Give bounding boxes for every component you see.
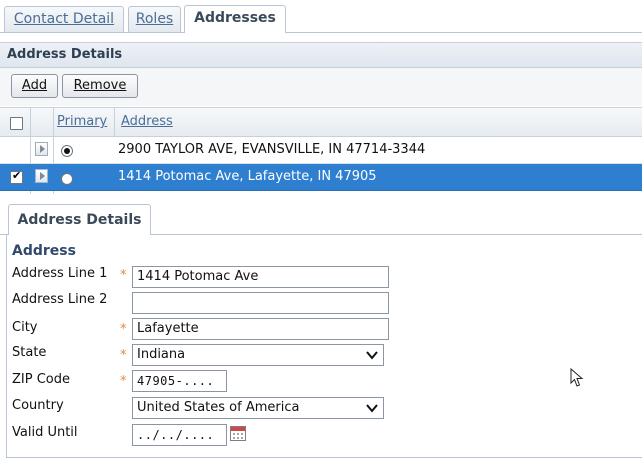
required-marker: *	[120, 268, 127, 283]
primary-radio[interactable]	[61, 173, 73, 185]
valid-until-label: Valid Until	[12, 425, 78, 440]
panel-title: Address Details	[0, 42, 642, 68]
chevron-down-icon	[366, 351, 378, 360]
country-select-value: United States of America	[137, 400, 300, 415]
zip-input[interactable]: 47905-....	[132, 370, 227, 392]
row-checkbox[interactable]	[10, 169, 23, 184]
chevron-down-icon	[366, 404, 378, 413]
grid-header: Primary Address	[0, 107, 642, 137]
address-line2-label: Address Line 2	[12, 292, 108, 307]
state-label: State	[12, 345, 47, 360]
top-tab-bar: Contact Detail Roles Addresses	[0, 0, 642, 33]
grid-toolbar: Add Remove	[0, 68, 642, 106]
tab-address-details[interactable]: Address Details	[8, 204, 151, 235]
zip-label: ZIP Code	[12, 372, 70, 387]
address-line1-label: Address Line 1	[12, 266, 108, 281]
table-row[interactable]: 2900 TAYLOR AVE, EVANSVILLE, IN 47714-33…	[0, 137, 642, 164]
state-select[interactable]: Indiana	[132, 344, 384, 366]
section-title: Address	[12, 243, 76, 259]
city-input[interactable]: Lafayette	[132, 318, 389, 340]
valid-until-input[interactable]: ../../....	[132, 424, 227, 446]
tab-addresses[interactable]: Addresses	[184, 5, 286, 33]
tab-contact-detail[interactable]: Contact Detail	[4, 6, 124, 32]
select-all-checkbox[interactable]	[10, 117, 23, 130]
column-header-address[interactable]: Address	[121, 114, 173, 129]
required-marker: *	[120, 374, 127, 389]
row-expand-icon[interactable]	[35, 169, 48, 183]
remove-button-label: Remove	[73, 78, 127, 93]
primary-radio[interactable]	[61, 145, 73, 157]
tab-roles[interactable]: Roles	[128, 6, 181, 32]
address-cell: 1414 Potomac Ave, Lafayette, IN 47905	[118, 169, 377, 184]
detail-tab-bar: Address Details	[0, 204, 642, 235]
remove-button[interactable]: Remove	[62, 74, 138, 98]
address-line1-input[interactable]: 1414 Potomac Ave	[132, 266, 389, 288]
country-select[interactable]: United States of America	[132, 397, 384, 419]
table-row-selected[interactable]: 1414 Potomac Ave, Lafayette, IN 47905	[0, 164, 642, 191]
country-label: Country	[12, 398, 64, 413]
row-expand-icon[interactable]	[35, 142, 48, 156]
city-label: City	[12, 320, 38, 335]
required-marker: *	[120, 348, 127, 363]
state-select-value: Indiana	[137, 347, 186, 362]
add-button-label: Add	[21, 78, 48, 93]
calendar-icon[interactable]	[230, 426, 246, 441]
address-cell: 2900 TAYLOR AVE, EVANSVILLE, IN 47714-33…	[118, 142, 426, 157]
add-button[interactable]: Add	[11, 74, 58, 98]
required-marker: *	[120, 322, 127, 337]
address-line2-input[interactable]	[132, 292, 389, 314]
column-header-primary[interactable]: Primary	[57, 114, 107, 129]
mouse-pointer-icon	[570, 368, 584, 387]
address-grid: Primary Address 2900 TAYLOR AVE, EVANSVI…	[0, 107, 642, 194]
column-divider	[114, 107, 115, 137]
